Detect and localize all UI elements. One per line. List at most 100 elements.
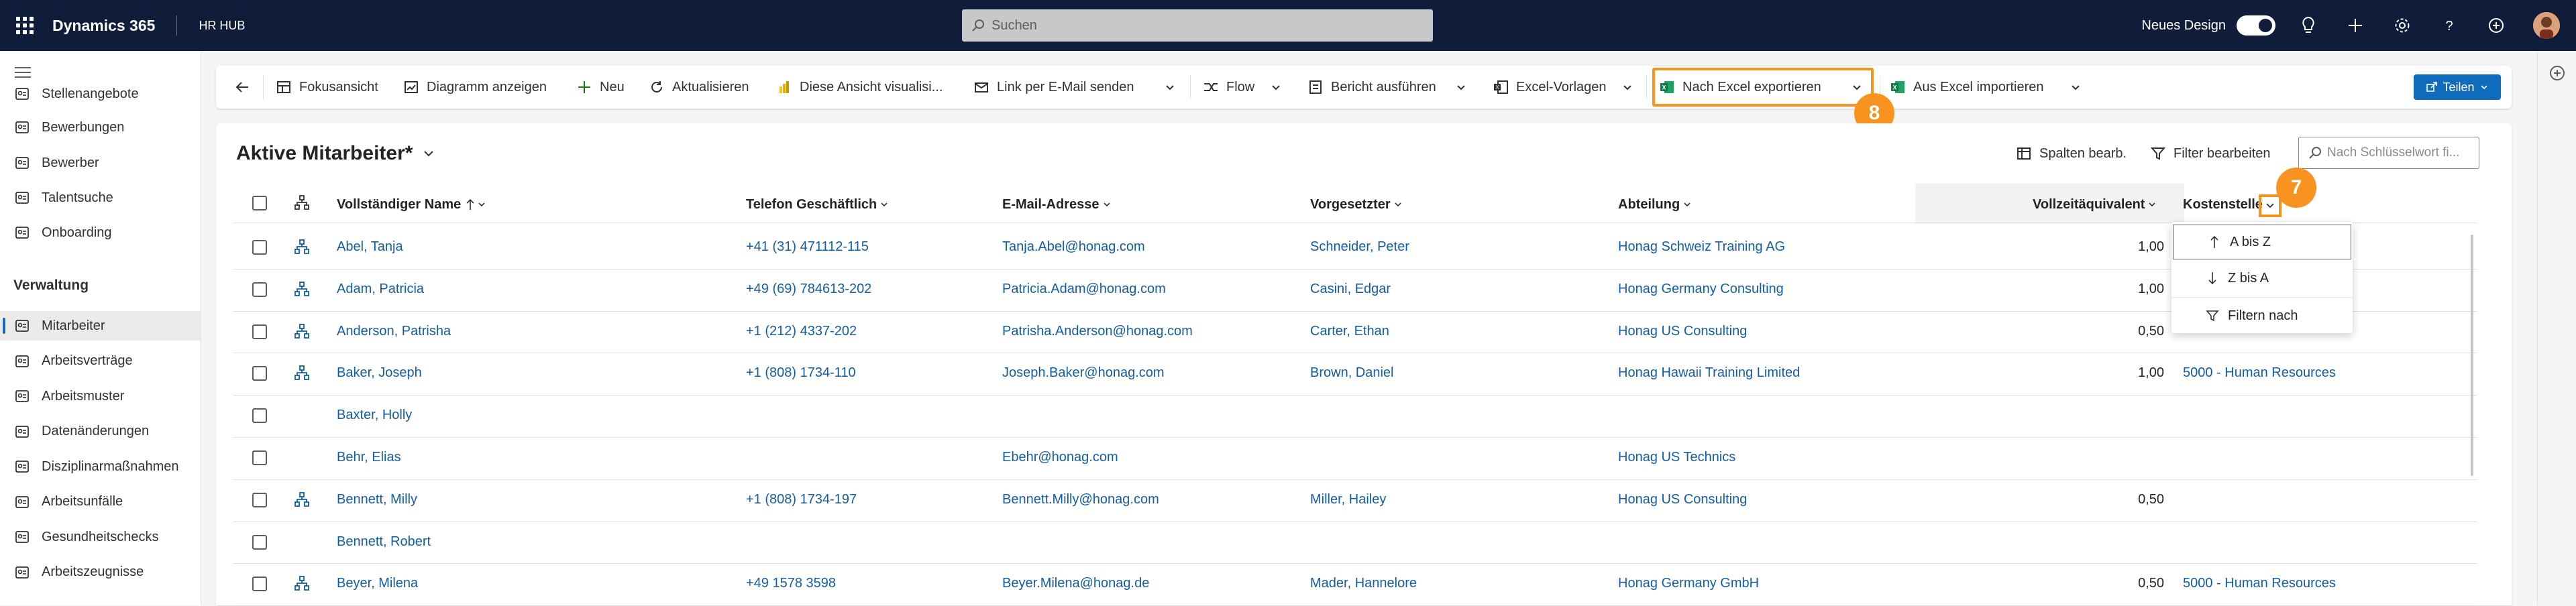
new-design-toggle[interactable] xyxy=(2237,15,2275,36)
sidebar-item-stellenangebote[interactable]: Stellenangebote xyxy=(0,79,201,109)
refresh-button[interactable]: Aktualisieren xyxy=(648,66,749,109)
cell-phone[interactable]: +1 (808) 1734-197 xyxy=(746,492,857,507)
sidebar-item-arbeitsmuster[interactable]: Arbeitsmuster xyxy=(0,381,201,411)
excel-templates-button[interactable]: X Excel-Vorlagen xyxy=(1492,66,1607,109)
cell-cost-center[interactable]: 5000 - Human Resources xyxy=(2183,365,2336,381)
cell-department[interactable]: Honag US Consulting xyxy=(1618,492,1747,507)
edit-columns-button[interactable]: Spalten bearb. xyxy=(2017,138,2127,169)
cell-email[interactable]: Beyer.Milena@honag.de xyxy=(1002,576,1149,591)
sidebar-item-mitarbeiter[interactable]: Mitarbeiter xyxy=(0,311,201,341)
sidebar-item-bewerbungen[interactable]: Bewerbungen xyxy=(0,113,201,142)
app-name[interactable]: Dynamics 365 xyxy=(52,17,155,35)
app-launcher-icon[interactable] xyxy=(16,17,34,34)
cell-email[interactable]: Patrisha.Anderson@honag.com xyxy=(1002,324,1193,339)
column-header-name[interactable]: Vollständiger Name xyxy=(337,188,486,221)
cell-phone[interactable]: +1 (808) 1734-110 xyxy=(746,365,856,381)
vertical-scrollbar[interactable] xyxy=(2471,235,2473,476)
column-header-phone[interactable]: Telefon Geschäftlich xyxy=(746,188,889,221)
cell-department[interactable]: Honag US Consulting xyxy=(1618,324,1747,339)
sidebar-item-gesundheitschecks[interactable]: Gesundheitschecks xyxy=(0,522,201,552)
edit-filters-button[interactable]: Filter bearbeiten xyxy=(2151,138,2271,169)
share-button[interactable]: Teilen xyxy=(2414,74,2501,100)
cell-name[interactable]: Baxter, Holly xyxy=(337,408,412,423)
sidebar-item-datenänderungen[interactable]: Datenänderungen xyxy=(0,417,201,446)
sidebar-item-disziplinarmaßnahmen[interactable]: Disziplinarmaßnahmen xyxy=(0,452,201,481)
cell-email[interactable]: Tanja.Abel@honag.com xyxy=(1002,239,1145,255)
cell-department[interactable]: Honag Germany GmbH xyxy=(1618,576,1759,591)
chevron-down-icon[interactable] xyxy=(1163,80,1177,94)
hierarchy-icon[interactable] xyxy=(294,323,310,339)
column-header-email[interactable]: E-Mail-Adresse xyxy=(1002,188,1112,221)
cell-manager[interactable]: Brown, Daniel xyxy=(1310,365,1394,381)
column-header-cost-center[interactable]: Kostenstelle xyxy=(2183,188,2263,221)
cell-cost-center[interactable]: 5000 - Human Resources xyxy=(2183,576,2336,591)
row-checkbox[interactable] xyxy=(252,408,267,424)
sort-z-to-a-option[interactable]: Z bis A xyxy=(2171,261,2353,296)
cell-manager[interactable]: Carter, Ethan xyxy=(1310,324,1389,339)
hierarchy-icon[interactable] xyxy=(294,491,310,507)
environment-name[interactable]: HR HUB xyxy=(199,19,245,33)
row-checkbox[interactable] xyxy=(252,366,267,381)
chevron-down-icon[interactable] xyxy=(1621,80,1634,94)
cell-manager[interactable]: Casini, Edgar xyxy=(1310,282,1391,297)
flow-button[interactable]: Flow xyxy=(1202,66,1254,109)
sidebar-item-bewerber[interactable]: Bewerber xyxy=(0,148,201,178)
filter-by-option[interactable]: Filtern nach xyxy=(2171,298,2353,333)
column-header-manager[interactable]: Vorgesetzter xyxy=(1310,188,1403,221)
chevron-down-icon[interactable] xyxy=(1269,80,1283,94)
cell-name[interactable]: Adam, Patricia xyxy=(337,282,424,297)
sidebar-item-arbeitsunfälle[interactable]: Arbeitsunfälle xyxy=(0,487,201,517)
row-checkbox[interactable] xyxy=(252,492,267,507)
sidebar-item-arbeitszeugnisse[interactable]: Arbeitszeugnisse xyxy=(0,558,201,587)
import-excel-button[interactable]: X Aus Excel importieren xyxy=(1889,66,2044,109)
cell-name[interactable]: Anderson, Patrisha xyxy=(337,324,451,339)
cell-department[interactable]: Honag US Technics xyxy=(1618,450,1735,465)
sort-a-to-z-option[interactable]: A bis Z xyxy=(2173,225,2351,259)
cell-phone[interactable]: +49 (69) 784613-202 xyxy=(746,282,871,297)
cell-name[interactable]: Abel, Tanja xyxy=(337,239,403,255)
row-checkbox[interactable] xyxy=(252,324,267,339)
row-checkbox[interactable] xyxy=(252,534,267,550)
cell-name[interactable]: Baker, Joseph xyxy=(337,365,422,381)
cell-phone[interactable]: +41 (31) 471112-115 xyxy=(746,239,869,255)
cell-name[interactable]: Beyer, Milena xyxy=(337,576,418,591)
sidebar-item-arbeitsverträge[interactable]: Arbeitsverträge xyxy=(0,347,201,376)
cell-manager[interactable]: Mader, Hannelore xyxy=(1310,576,1417,591)
keyword-filter-input[interactable]: Nach Schlüsselwort fi... xyxy=(2298,137,2479,169)
gear-icon[interactable] xyxy=(2392,15,2412,36)
cell-email[interactable]: Patricia.Adam@honag.com xyxy=(1002,282,1166,297)
cell-manager[interactable]: Miller, Hailey xyxy=(1310,492,1386,507)
column-header-fte[interactable]: Vollzeitäquivalent xyxy=(2033,188,2157,221)
cell-phone[interactable]: +49 1578 3598 xyxy=(746,576,836,591)
run-report-button[interactable]: Bericht ausführen xyxy=(1307,66,1436,109)
select-all-checkbox[interactable] xyxy=(252,196,267,210)
user-avatar[interactable] xyxy=(2533,12,2560,39)
lightbulb-icon[interactable] xyxy=(2298,15,2318,36)
hierarchy-icon[interactable] xyxy=(294,281,310,297)
cost-center-menu-toggle[interactable] xyxy=(2259,194,2282,217)
sidebar-item-talentsuche[interactable]: Talentsuche xyxy=(0,183,201,213)
back-button[interactable] xyxy=(233,66,258,109)
sidebar-item-onboarding[interactable]: Onboarding xyxy=(0,218,201,247)
cell-email[interactable]: Joseph.Baker@honag.com xyxy=(1002,365,1165,381)
hierarchy-icon[interactable] xyxy=(294,194,310,210)
cell-department[interactable]: Honag Germany Consulting xyxy=(1618,282,1784,297)
cell-department[interactable]: Honag Hawaii Training Limited xyxy=(1618,365,1800,381)
row-checkbox[interactable] xyxy=(252,240,267,255)
cell-name[interactable]: Bennett, Milly xyxy=(337,492,417,507)
column-header-department[interactable]: Abteilung xyxy=(1618,188,1692,221)
cell-name[interactable]: Bennett, Robert xyxy=(337,534,431,550)
plus-icon[interactable] xyxy=(2345,15,2365,36)
help-icon[interactable]: ? xyxy=(2439,15,2459,36)
hierarchy-icon[interactable] xyxy=(294,365,310,381)
show-chart-button[interactable]: Diagramm anzeigen xyxy=(402,66,547,109)
copilot-icon[interactable] xyxy=(2486,15,2506,36)
hierarchy-icon[interactable] xyxy=(294,575,310,591)
cell-manager[interactable]: Schneider, Peter xyxy=(1310,239,1409,255)
view-selector[interactable]: Aktive Mitarbeiter* xyxy=(236,142,435,165)
hierarchy-icon[interactable] xyxy=(294,239,310,255)
more-commands-chevron-icon[interactable] xyxy=(2069,80,2082,94)
focus-view-button[interactable]: Fokusansicht xyxy=(275,66,378,109)
new-button[interactable]: Neu xyxy=(576,66,625,109)
email-link-button[interactable]: Link per E-Mail senden xyxy=(973,66,1134,109)
